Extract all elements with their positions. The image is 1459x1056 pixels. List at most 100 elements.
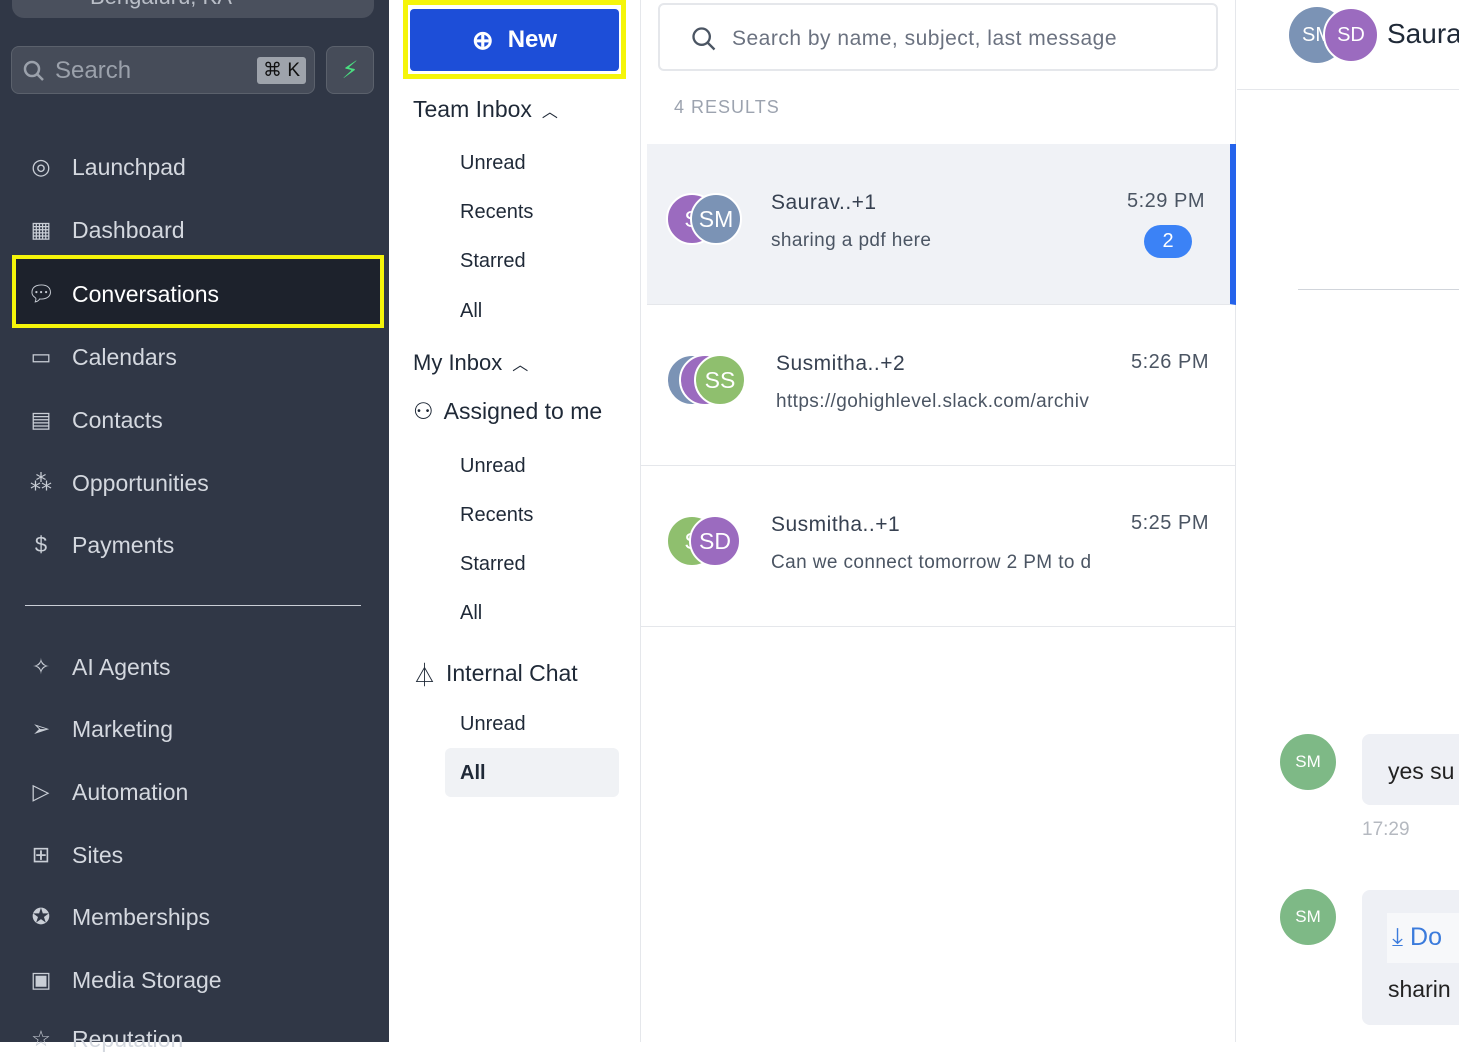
chat-panel: SM SD Saurav..+1 SM yes su 17:29 SM ⤓ Do…: [1237, 0, 1459, 1042]
bolt-icon: ⚡︎: [341, 56, 359, 84]
nav-label: Conversations: [72, 280, 220, 307]
message-avatar: SM: [1280, 889, 1336, 945]
results-count: 4 RESULTS: [674, 97, 780, 117]
contact-name: Susmitha..+2: [776, 352, 906, 375]
nav-calendars[interactable]: ▭ Calendars: [24, 340, 177, 374]
quick-actions-button[interactable]: ⚡︎: [326, 46, 374, 94]
nav-reputation[interactable]: ☆ Reputation: [24, 1022, 183, 1056]
nav-label: Dashboard: [72, 216, 185, 243]
contacts-icon: ▤: [30, 407, 52, 432]
nav-label: Sites: [72, 841, 124, 868]
team-recents[interactable]: Recents: [460, 201, 533, 224]
nav-media-storage[interactable]: ▣ Media Storage: [24, 963, 222, 997]
internal-all[interactable]: All: [460, 762, 486, 785]
nav-label: AI Agents: [72, 653, 171, 680]
message-text: sharin: [1388, 976, 1451, 1002]
nav-label: Launchpad: [72, 153, 186, 180]
membership-icon: ✪: [31, 904, 51, 929]
timestamp: 5:29 PM: [1127, 190, 1205, 212]
section-label: Internal Chat: [446, 659, 578, 686]
divider: [25, 605, 361, 606]
team-all[interactable]: All: [460, 300, 482, 323]
nav-label: Automation: [72, 778, 189, 805]
timestamp: 5:25 PM: [1131, 512, 1209, 534]
nav-label: Memberships: [72, 903, 211, 930]
search-icon: [23, 60, 44, 81]
search-placeholder: Search by name, subject, last message: [732, 27, 1118, 50]
divider: [1298, 289, 1459, 290]
internal-chat-header[interactable]: ⏃ Internal Chat: [413, 656, 578, 690]
last-message: Can we connect tomorrow 2 PM to d: [771, 552, 1092, 573]
sparkle-icon: ✧: [31, 654, 51, 679]
nav-dashboard[interactable]: ▦ Dashboard: [24, 213, 185, 247]
chat-icon: 💬︎: [27, 281, 55, 306]
nav-ai-agents[interactable]: ✧ AI Agents: [24, 650, 171, 684]
team-unread[interactable]: Unread: [460, 152, 526, 175]
unread-badge: 2: [1144, 225, 1192, 258]
contact-name: Saurav..+1: [771, 191, 877, 214]
location-switcher[interactable]: Bengaluru, KA: [12, 0, 374, 18]
conversation-list: Search by name, subject, last message 4 …: [641, 0, 1236, 1042]
nav-label: Contacts: [72, 406, 163, 433]
nav-automation[interactable]: ▷ Automation: [24, 775, 189, 809]
nav-payments[interactable]: $ Payments: [24, 528, 174, 562]
search-placeholder: Search: [55, 57, 132, 84]
plus-chat-icon: ⊕: [471, 24, 494, 55]
chat-header: SM SD Saurav..+1: [1237, 0, 1459, 90]
automation-icon: ▷: [32, 779, 50, 804]
new-label: New: [507, 26, 558, 53]
chevron-up-icon: ︿: [512, 357, 529, 374]
team-starred[interactable]: Starred: [460, 250, 526, 273]
new-conversation-button[interactable]: ⊕ New: [410, 9, 619, 71]
conversation-row[interactable]: S SD Susmitha..+1 Can we connect tomorro…: [641, 466, 1236, 627]
nav-launchpad[interactable]: ◎ Launchpad: [24, 150, 186, 184]
sidebar: Bengaluru, KA Search ⌘ K ⚡︎ ◎ Launchpad ▦…: [0, 0, 389, 1052]
sites-icon: ⊞: [31, 842, 51, 867]
nav-label: Opportunities: [72, 469, 209, 496]
last-message: sharing a pdf here: [771, 230, 932, 251]
section-label: My Inbox: [413, 350, 503, 375]
my-unread[interactable]: Unread: [460, 455, 526, 478]
my-all[interactable]: All: [460, 602, 482, 625]
conversation-search-input[interactable]: Search by name, subject, last message: [658, 3, 1218, 71]
opportunities-icon: ⁂: [30, 470, 52, 495]
chat-title: Saurav..+1: [1387, 18, 1459, 49]
section-label: Assigned to me: [443, 398, 603, 424]
send-icon: ➢: [31, 716, 51, 741]
nav-label: Calendars: [72, 343, 177, 370]
download-icon: ⤓: [1392, 923, 1404, 951]
avatar: SM: [690, 193, 742, 245]
network-icon: ⏃: [413, 662, 436, 688]
conversation-row[interactable]: SS Susmitha..+2 https://gohighlevel.slac…: [641, 305, 1236, 466]
message-text: yes su: [1388, 758, 1455, 784]
team-inbox-header[interactable]: Team Inbox ︿: [413, 96, 558, 123]
attachment-download[interactable]: ⤓ Do: [1387, 913, 1459, 963]
my-starred[interactable]: Starred: [460, 553, 526, 576]
nav-marketing[interactable]: ➢ Marketing: [24, 712, 173, 746]
my-inbox-header[interactable]: My Inbox ︿: [413, 350, 528, 376]
image-icon: ▣: [30, 967, 52, 992]
nav-opportunities[interactable]: ⁂ Opportunities: [24, 466, 209, 500]
assigned-to-me[interactable]: ⚇ Assigned to me: [413, 398, 602, 425]
launchpad-icon: ◎: [31, 154, 51, 179]
star-icon: ☆: [31, 1026, 51, 1051]
attachment-name: Do: [1410, 923, 1442, 951]
user-icon: ⚇: [413, 398, 434, 424]
conversation-row[interactable]: S SM Saurav..+1 sharing a pdf here 5:29 …: [647, 144, 1236, 305]
internal-unread[interactable]: Unread: [460, 713, 526, 736]
my-recents[interactable]: Recents: [460, 504, 533, 527]
message-avatar: SM: [1280, 734, 1336, 790]
inbox-panel: ⊕ New Team Inbox ︿ Unread Recents Starred …: [389, 0, 641, 1042]
nav-sites[interactable]: ⊞ Sites: [24, 838, 123, 872]
nav-conversations[interactable]: 💬︎ Conversations: [24, 277, 219, 311]
chevron-up-icon: ︿: [541, 103, 558, 121]
message-time: 17:29: [1362, 819, 1410, 840]
message-bubble: ⤓ Do sharin: [1362, 890, 1459, 1025]
new-highlight: ⊕ New: [403, 0, 626, 79]
nav-memberships[interactable]: ✪ Memberships: [24, 900, 210, 934]
nav-contacts[interactable]: ▤ Contacts: [24, 403, 163, 437]
shortcut-badge: ⌘ K: [257, 57, 306, 84]
sidebar-search[interactable]: Search ⌘ K: [11, 46, 315, 94]
contact-name: Susmitha..+1: [771, 513, 901, 536]
nav-label: Payments: [72, 531, 175, 558]
